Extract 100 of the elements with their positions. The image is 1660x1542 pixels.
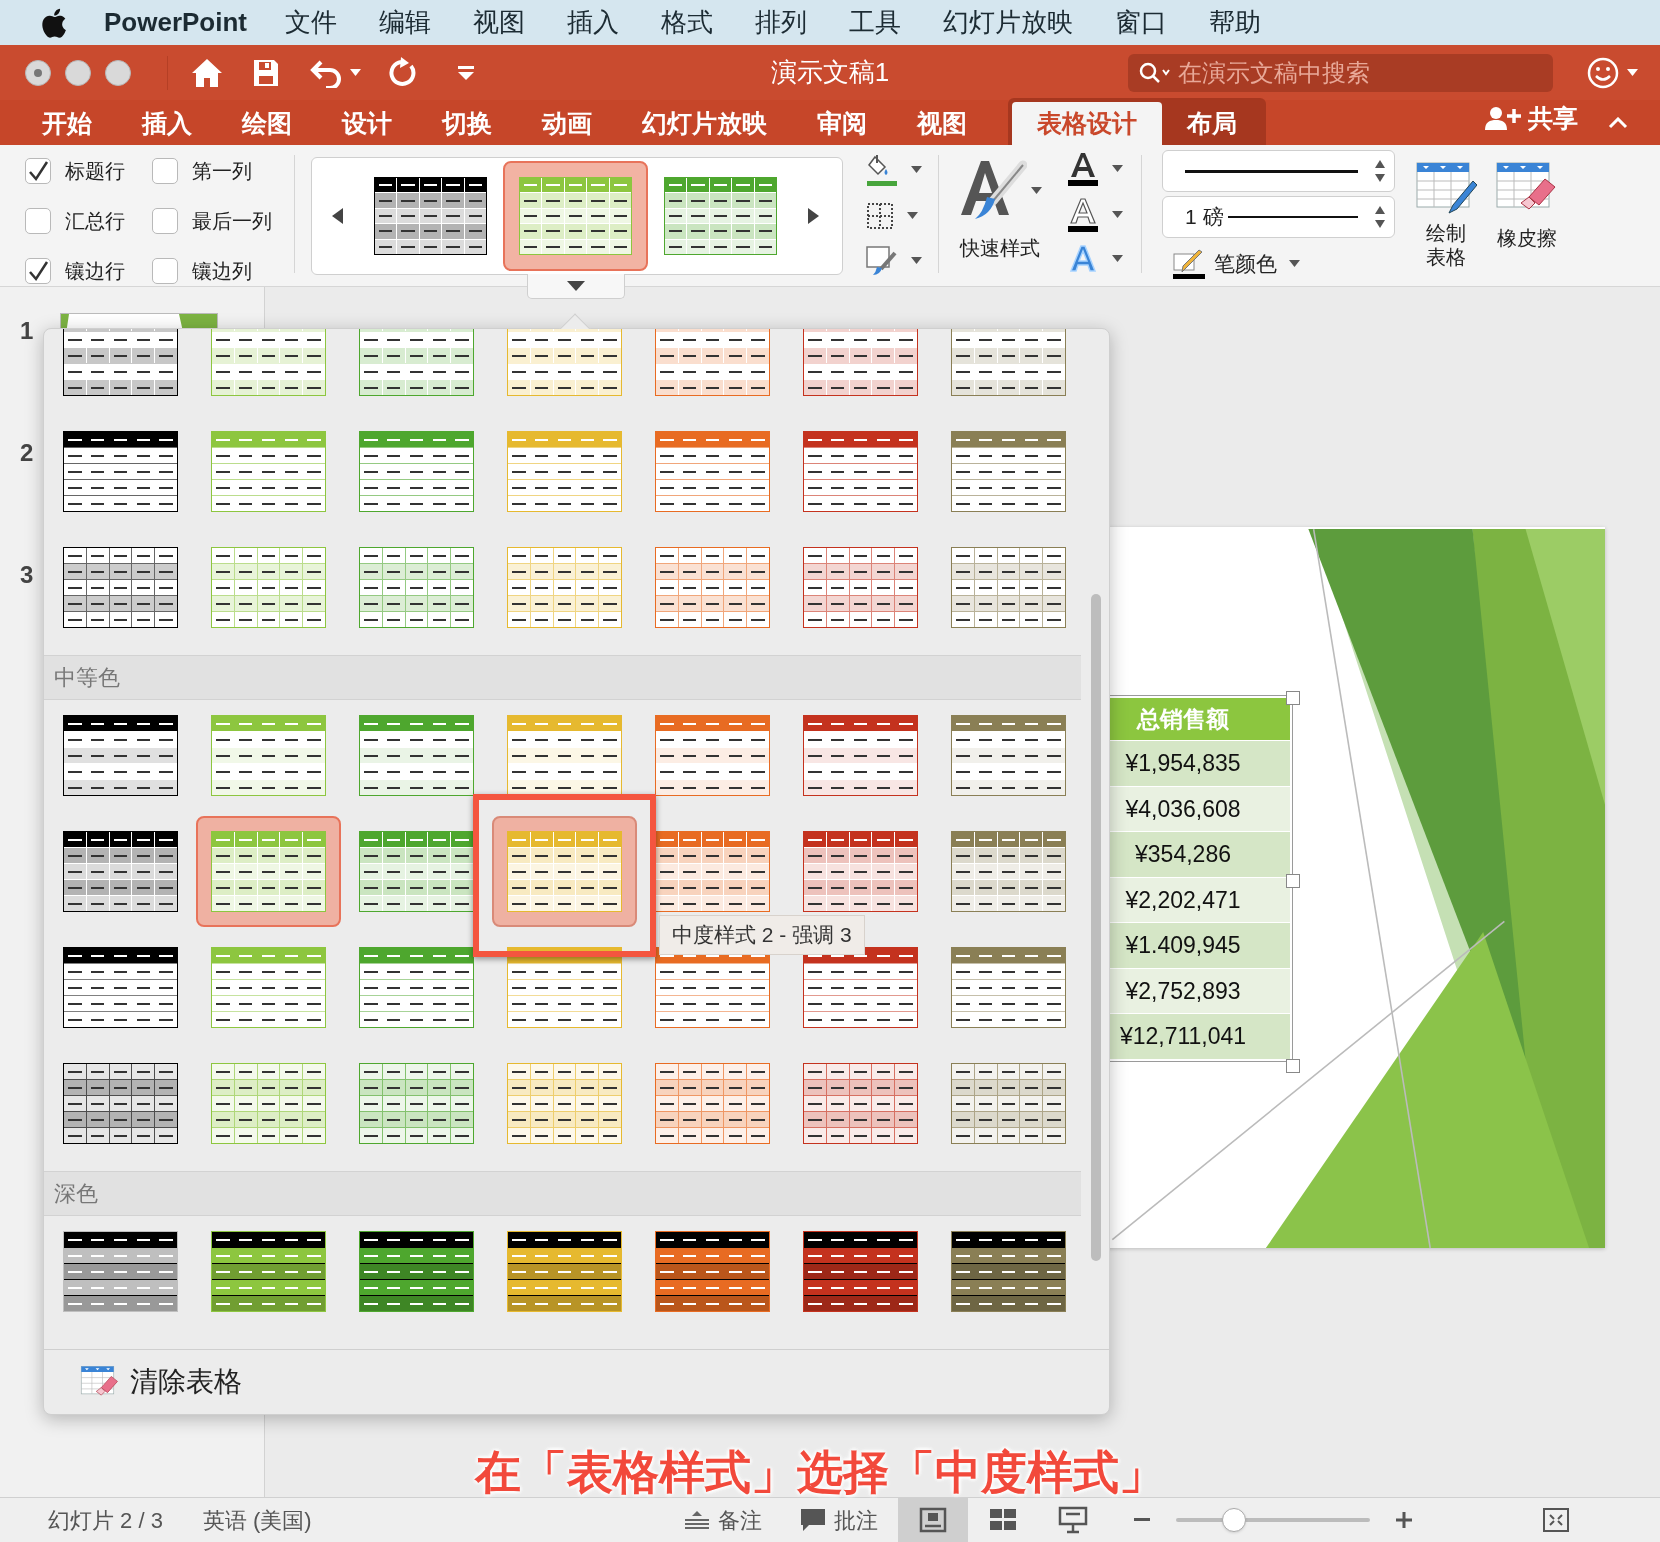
ribbon-tab[interactable]: 视图 xyxy=(892,102,992,145)
caret-icon xyxy=(911,257,922,265)
window-control-button[interactable] xyxy=(25,59,51,86)
caret-icon[interactable] xyxy=(1627,68,1638,77)
search-input[interactable]: 在演示文稿中搜索 xyxy=(1178,54,1553,91)
table-style-option[interactable] xyxy=(503,161,648,271)
menu-item[interactable]: 编辑 xyxy=(379,3,431,42)
stepper-icon[interactable] xyxy=(1374,204,1386,230)
caret-icon xyxy=(907,212,918,220)
ribbon-tab[interactable]: 幻灯片放映 xyxy=(617,102,792,145)
text-outline-icon xyxy=(1066,197,1100,233)
comment-icon xyxy=(799,1508,826,1532)
checkbox[interactable] xyxy=(152,258,178,284)
gallery-expand-button[interactable] xyxy=(527,274,625,299)
draw-table-button[interactable]: 绘制表格 xyxy=(1415,159,1477,269)
tutorial-caption: 在「表格样式」选择「中度样式」 xyxy=(473,1445,1166,1500)
checkbox-label: 标题行 xyxy=(65,159,125,184)
text-fill-icon xyxy=(1066,151,1100,187)
ribbon-tab[interactable]: 审阅 xyxy=(792,102,892,145)
share-button[interactable]: 共享 xyxy=(1484,99,1578,137)
customize-toolbar-icon[interactable] xyxy=(457,64,475,81)
slide-counter: 幻灯片 2 / 3 xyxy=(48,1506,163,1535)
checkbox-label: 最后一列 xyxy=(192,209,272,234)
table-style-option[interactable] xyxy=(492,816,637,927)
menu-item[interactable]: 视图 xyxy=(473,3,525,42)
checkbox[interactable] xyxy=(152,158,178,184)
collapse-ribbon-icon[interactable] xyxy=(1608,117,1628,129)
feedback-smiley-icon[interactable] xyxy=(1587,56,1619,89)
window-control-button[interactable] xyxy=(105,59,131,86)
home-icon[interactable] xyxy=(190,56,224,89)
shading-button[interactable] xyxy=(865,153,922,187)
menu-item[interactable]: 插入 xyxy=(567,3,619,42)
save-icon[interactable] xyxy=(252,57,280,88)
menu-item[interactable]: 排列 xyxy=(755,3,807,42)
notes-icon xyxy=(683,1510,710,1530)
ribbon-tab[interactable]: 开始 xyxy=(17,102,117,145)
effects-icon xyxy=(865,245,899,277)
normal-view-icon xyxy=(918,1507,947,1533)
checkbox[interactable] xyxy=(25,258,51,284)
text-fill-button[interactable] xyxy=(1066,151,1123,187)
pen-color-button[interactable]: 笔颜色 xyxy=(1172,248,1395,280)
effects-button[interactable] xyxy=(865,245,922,277)
search-field[interactable]: 在演示文稿中搜索 xyxy=(1128,53,1553,92)
section-heading: 中等色 xyxy=(44,655,1081,700)
resize-handle[interactable] xyxy=(1286,1059,1300,1073)
window-title: 演示文稿1 xyxy=(769,56,891,89)
checkbox-label: 第一列 xyxy=(192,159,252,184)
clear-table-button[interactable]: 清除表格 xyxy=(80,1361,242,1403)
menu-item[interactable]: 文件 xyxy=(285,3,337,42)
tooltip: 中度样式 2 - 强调 3 xyxy=(659,915,865,955)
language-indicator[interactable]: 英语 (美国) xyxy=(202,1503,312,1537)
quick-styles-button[interactable]: 快速样式 xyxy=(957,157,1042,263)
scrollbar-thumb[interactable] xyxy=(1091,594,1101,1261)
notes-button[interactable]: 备注 xyxy=(683,1503,762,1537)
checkbox-label: 镶边列 xyxy=(192,259,252,284)
caret-icon xyxy=(1031,187,1042,195)
menu-item[interactable]: PowerPoint xyxy=(104,3,247,42)
line-weight-field[interactable]: 1 磅 xyxy=(1162,196,1395,238)
menu-item[interactable]: 帮助 xyxy=(1209,3,1261,42)
caret-icon xyxy=(567,281,585,291)
line-style-field[interactable] xyxy=(1162,150,1395,192)
menu-item[interactable]: 格式 xyxy=(661,3,713,42)
resize-handle[interactable] xyxy=(1286,874,1300,888)
checkbox[interactable] xyxy=(152,208,178,234)
presenter-view-icon xyxy=(1057,1506,1088,1534)
eraser-button[interactable]: 橡皮擦 xyxy=(1495,159,1559,253)
ribbon-tab[interactable]: 布局 xyxy=(1162,102,1262,145)
table-pencil-icon xyxy=(1415,159,1477,217)
window-control-button[interactable] xyxy=(65,59,91,86)
ribbon-tab[interactable]: 绘图 xyxy=(217,102,317,145)
ribbon-tab[interactable]: 设计 xyxy=(317,102,417,145)
fit-to-window-icon[interactable] xyxy=(1541,1507,1570,1533)
comments-button[interactable]: 批注 xyxy=(799,1503,878,1537)
slide-number: 3 xyxy=(20,560,35,590)
checkbox[interactable] xyxy=(25,158,51,184)
search-icon xyxy=(1138,60,1172,85)
ribbon-tab[interactable]: 插入 xyxy=(117,102,217,145)
checkbox-label: 镶边行 xyxy=(65,259,125,284)
checkbox-label: 汇总行 xyxy=(65,209,125,234)
sorter-view-icon xyxy=(988,1508,1017,1532)
slide-number: 1 xyxy=(20,316,35,346)
view-button[interactable] xyxy=(897,1498,968,1542)
pen-icon xyxy=(1172,248,1206,280)
caret-icon xyxy=(911,166,922,174)
ribbon-tab[interactable]: 表格设计 xyxy=(1012,102,1162,145)
text-outline-button[interactable] xyxy=(1066,197,1123,233)
ribbon-tab[interactable]: 切换 xyxy=(417,102,517,145)
checkbox[interactable] xyxy=(25,208,51,234)
zoom-slider-thumb[interactable] xyxy=(1221,1508,1246,1532)
zoom-out-icon[interactable] xyxy=(1133,1518,1150,1522)
zoom-in-icon[interactable] xyxy=(1395,1512,1412,1528)
stepper-icon[interactable] xyxy=(1374,158,1386,184)
caret-icon[interactable] xyxy=(350,68,361,77)
caret-icon xyxy=(1112,165,1123,173)
menu-item[interactable]: 窗口 xyxy=(1115,3,1167,42)
table-style-option[interactable] xyxy=(196,816,341,927)
ribbon-tab[interactable]: 动画 xyxy=(517,102,617,145)
menu-item[interactable]: 幻灯片放映 xyxy=(943,3,1073,42)
resize-handle[interactable] xyxy=(1286,691,1300,705)
menu-item[interactable]: 工具 xyxy=(849,3,901,42)
